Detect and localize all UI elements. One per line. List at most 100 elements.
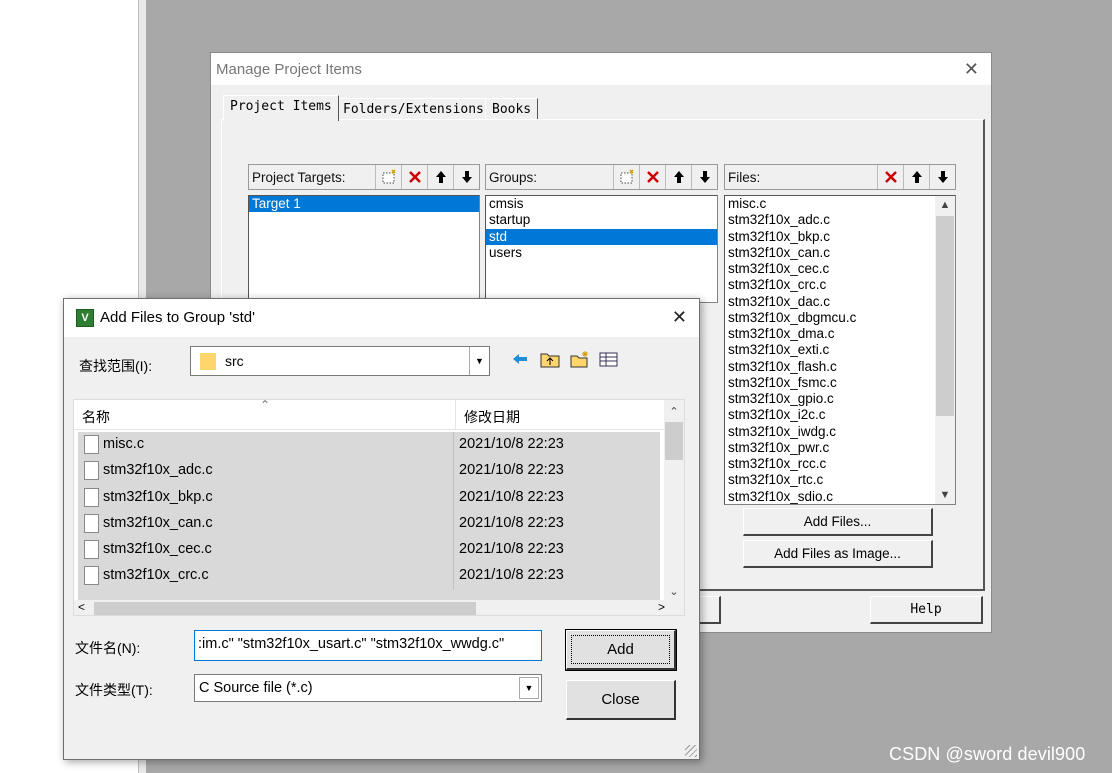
table-row[interactable]: stm32f10x_cec.c 2021/10/8 22:23 [78,537,660,564]
targets-list[interactable]: Target 1 [248,195,480,303]
close-button[interactable]: Close [566,680,676,720]
add-files-button[interactable]: Add Files... [743,508,933,536]
chevron-down-icon[interactable]: ▼ [519,677,539,699]
add-files-as-image-button[interactable]: Add Files as Image... [743,540,933,568]
folder-icon [200,353,216,370]
list-item[interactable]: Target 1 [249,196,479,213]
up-folder-icon[interactable] [539,349,561,369]
groups-list[interactable]: cmsis startup std users [485,195,718,303]
list-item[interactable]: cmsis [486,196,717,212]
delete-icon[interactable] [877,165,903,189]
list-item[interactable]: misc.c [725,196,955,212]
list-item[interactable]: users [486,245,717,261]
back-arrow-icon[interactable] [509,349,531,369]
tab-books[interactable]: Books [485,98,539,120]
table-row[interactable]: stm32f10x_crc.c 2021/10/8 22:23 [78,563,660,590]
add-button[interactable]: Add [565,629,677,671]
table-row[interactable]: stm32f10x_can.c 2021/10/8 22:23 [78,510,660,538]
file-name: stm32f10x_bkp.c [103,488,213,505]
tab-folders-extensions[interactable]: Folders/Extensions [336,98,491,120]
filetype-label: 文件类型(T): [75,682,153,698]
scroll-thumb[interactable] [936,216,954,416]
groups-header-label: Groups: [489,169,538,185]
move-down-icon[interactable] [453,165,479,189]
scroll-thumb[interactable] [94,602,476,615]
filename-label: 文件名(N): [75,640,141,656]
list-item[interactable]: stm32f10x_crc.c [725,277,955,293]
move-up-icon[interactable] [427,165,453,189]
files-scrollbar[interactable]: ▲ ▼ [935,196,955,504]
file-date: 2021/10/8 22:23 [459,462,564,479]
title-bar[interactable]: V Add Files to Group 'std' ✕ [64,299,699,337]
file-rows: misc.c 2021/10/8 22:23 stm32f10x_adc.c 202… [78,432,660,602]
delete-icon[interactable] [639,165,665,189]
move-down-icon[interactable] [929,165,955,189]
new-target-icon[interactable] [375,165,401,189]
scroll-left-icon[interactable]: < [78,600,85,614]
move-up-icon[interactable] [903,165,929,189]
list-item[interactable]: stm32f10x_adc.c [725,212,955,228]
list-item[interactable]: startup [486,212,717,228]
file-icon [84,540,99,560]
groups-header: Groups: [485,164,718,190]
scroll-thumb[interactable] [665,422,683,460]
file-list-vscrollbar[interactable]: ⌃ ⌄ [664,400,684,600]
files-list[interactable]: misc.c stm32f10x_adc.c stm32f10x_bkp.c s… [724,195,956,505]
file-icon [84,487,99,507]
column-name[interactable]: 名称 [82,407,110,427]
file-icon [84,513,99,533]
list-item[interactable]: stm32f10x_rcc.c [725,456,955,472]
move-down-icon[interactable] [691,165,717,189]
filetype-select[interactable]: C Source file (*.c) ▼ [194,674,542,702]
filename-input[interactable]: :im.c" "stm32f10x_usart.c" "stm32f10x_ww… [194,630,542,661]
list-item[interactable]: stm32f10x_can.c [725,245,955,261]
delete-icon[interactable] [401,165,427,189]
list-item[interactable]: stm32f10x_fsmc.c [725,375,955,391]
list-item[interactable]: stm32f10x_bkp.c [725,229,955,245]
file-name: stm32f10x_cec.c [103,541,212,558]
scroll-down-icon[interactable]: ⌄ [664,582,684,600]
list-item[interactable]: stm32f10x_gpio.c [725,391,955,407]
view-menu-icon[interactable] [599,349,621,369]
column-modified[interactable]: 修改日期 [464,407,520,427]
scroll-up-icon[interactable]: ⌃ [664,402,684,420]
column-divider[interactable] [455,400,456,430]
list-item[interactable]: stm32f10x_i2c.c [725,407,955,423]
list-item[interactable]: std [486,228,717,245]
file-list-hscrollbar[interactable]: < > [74,600,684,615]
new-folder-icon[interactable] [569,349,591,369]
table-row[interactable]: stm32f10x_adc.c 2021/10/8 22:23 [78,458,660,485]
list-item[interactable]: stm32f10x_pwr.c [725,440,955,456]
add-files-dialog: V Add Files to Group 'std' ✕ 查找范围(I): sr… [63,298,700,760]
table-row[interactable]: misc.c 2021/10/8 22:23 [78,432,660,459]
scroll-up-icon[interactable]: ▲ [935,196,955,214]
scroll-right-icon[interactable]: > [658,600,665,614]
list-item[interactable]: stm32f10x_dma.c [725,326,955,342]
title-bar[interactable]: Manage Project Items ✕ [211,53,991,85]
file-name: stm32f10x_crc.c [103,567,209,584]
close-icon[interactable]: ✕ [672,307,687,328]
resize-grip-icon[interactable] [685,745,697,757]
sort-ascending-icon[interactable]: ⌃ [260,400,270,412]
list-item[interactable]: stm32f10x_dac.c [725,294,955,310]
list-item[interactable]: stm32f10x_rtc.c [725,472,955,488]
file-list[interactable]: ⌃ 名称 修改日期 misc.c 2021/10/8 22:23 stm32f10… [73,399,685,616]
list-item[interactable]: stm32f10x_iwdg.c [725,424,955,440]
list-item[interactable]: stm32f10x_dbgmcu.c [725,310,955,326]
file-date: 2021/10/8 22:23 [459,541,564,558]
look-in-select[interactable]: src ▼ [190,346,490,376]
table-row[interactable]: stm32f10x_bkp.c 2021/10/8 22:23 [78,484,660,511]
chevron-down-icon[interactable]: ▼ [469,347,489,375]
list-item[interactable]: stm32f10x_sdio.c [725,489,955,505]
move-up-icon[interactable] [665,165,691,189]
close-icon[interactable]: ✕ [964,59,979,80]
tab-project-items[interactable]: Project Items [223,95,339,121]
targets-header-label: Project Targets: [252,169,346,185]
list-item[interactable]: stm32f10x_cec.c [725,261,955,277]
help-button[interactable]: Help [870,596,983,624]
new-group-icon[interactable] [613,165,639,189]
file-date: 2021/10/8 22:23 [459,488,564,505]
list-item[interactable]: stm32f10x_exti.c [725,342,955,358]
list-item[interactable]: stm32f10x_flash.c [725,359,955,375]
scroll-down-icon[interactable]: ▼ [935,486,955,504]
